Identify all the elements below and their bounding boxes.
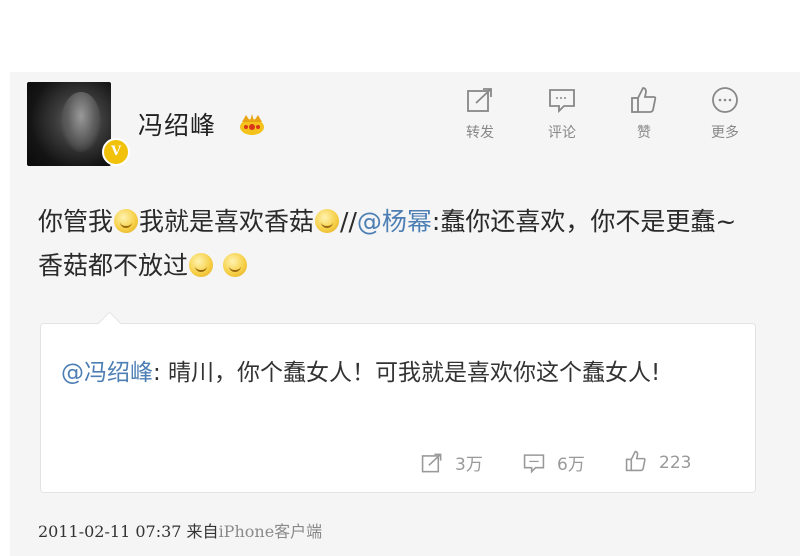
think-emoji — [222, 253, 247, 277]
quoted-body: : 晴川，你个蠢女人！可我就是喜欢你这个蠢女人! — [153, 360, 661, 386]
quoted-mention-link[interactable]: @冯绍峰 — [61, 360, 153, 386]
repost-icon — [467, 88, 492, 112]
post-text-part: // — [340, 207, 357, 236]
verified-badge: V — [102, 138, 130, 166]
like-label: 赞 — [637, 125, 651, 141]
quoted-comment-count: 6万 — [557, 455, 585, 475]
username[interactable]: 冯绍峰 — [138, 106, 216, 142]
mention-link[interactable]: @杨幂 — [357, 207, 432, 236]
quoted-text: @冯绍峰: 晴川，你个蠢女人！可我就是喜欢你这个蠢女人! — [61, 352, 731, 394]
more-label: 更多 — [711, 125, 739, 141]
avatar[interactable] — [27, 82, 111, 166]
like-icon — [625, 450, 646, 472]
quoted-repost-count: 3万 — [455, 455, 483, 475]
post-text-part: 我就是喜欢香菇 — [139, 207, 315, 236]
like-button[interactable]: 赞 — [614, 86, 674, 142]
more-icon — [712, 87, 738, 113]
quoted-repost-stat[interactable]: 3万 — [421, 450, 483, 475]
post-meta: 2011-02-11 07:37 来自iPhone客户端 — [38, 518, 322, 542]
post-datetime[interactable]: 2011-02-11 07:37 — [38, 522, 181, 541]
repost-icon — [421, 453, 442, 473]
post-content: 你管我 我就是喜欢香菇//@杨幂:蠢你还喜欢，你不是更蠢~香菇都不放过 — [38, 200, 738, 288]
avatar-face — [61, 92, 101, 152]
repost-button[interactable]: 转发 — [450, 86, 510, 142]
quoted-like-stat[interactable]: 223 — [625, 450, 691, 473]
crown-icon — [240, 114, 264, 135]
grin-emoji — [114, 209, 139, 233]
comment-label: 评论 — [548, 125, 576, 141]
comment-button[interactable]: 评论 — [532, 86, 592, 142]
like-icon — [631, 87, 657, 113]
comment-icon — [549, 89, 575, 114]
post-text-part: 你管我 — [38, 207, 114, 236]
sweat-emoji — [189, 253, 214, 277]
action-bar: 转发 评论 赞 更多 — [450, 86, 750, 156]
quoted-comment-stat[interactable]: 6万 — [523, 450, 585, 475]
quoted-post[interactable]: @冯绍峰: 晴川，你个蠢女人！可我就是喜欢你这个蠢女人! 3万 6万 223 — [40, 323, 756, 493]
tongue-emoji — [315, 209, 340, 233]
more-button[interactable]: 更多 — [695, 86, 755, 142]
quoted-like-count: 223 — [659, 453, 692, 473]
weibo-post: V 冯绍峰 转发 评论 赞 更多 你管我 我就是喜欢香菇 //@杨幂:蠢你还喜欢… — [10, 72, 800, 556]
repost-label: 转发 — [466, 125, 494, 141]
post-from-label: 来自 — [186, 522, 219, 541]
post-source[interactable]: iPhone客户端 — [219, 522, 323, 541]
comment-icon — [523, 454, 545, 474]
